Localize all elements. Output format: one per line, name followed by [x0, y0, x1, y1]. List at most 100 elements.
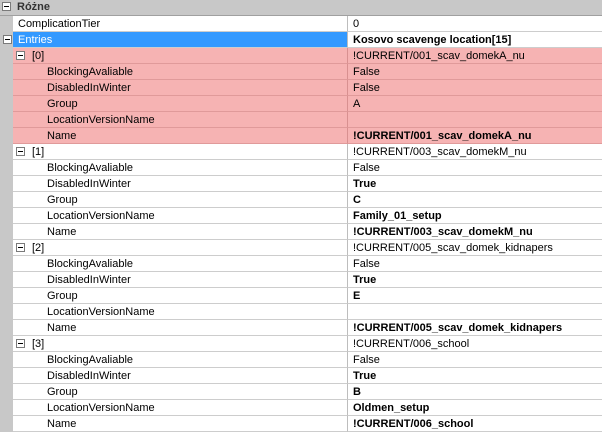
- property-name: DisabledInWinter: [47, 82, 131, 94]
- property-row-entry-3-name[interactable]: Name !CURRENT/006_school: [0, 416, 602, 432]
- property-row-entry-1-blocking[interactable]: BlockingAvaliable False: [0, 160, 602, 176]
- property-value: !CURRENT/001_scav_domekA_nu: [353, 50, 525, 62]
- property-row-entries[interactable]: Entries Kosovo scavenge location[15]: [0, 32, 602, 48]
- property-name-cell[interactable]: [3]: [13, 336, 348, 352]
- property-value: False: [353, 354, 380, 366]
- property-row-entry-0-group[interactable]: Group A: [0, 96, 602, 112]
- property-name: Name: [47, 130, 77, 142]
- property-value-cell[interactable]: 0: [348, 16, 602, 32]
- property-row-entry-1-name[interactable]: Name !CURRENT/003_scav_domekM_nu: [0, 224, 602, 240]
- property-row-entry-1-disabled[interactable]: DisabledInWinter True: [0, 176, 602, 192]
- property-row-entry-0-blocking[interactable]: BlockingAvaliable False: [0, 64, 602, 80]
- property-row-complication-tier[interactable]: ComplicationTier 0: [0, 16, 602, 32]
- property-value-cell[interactable]: True: [348, 176, 602, 192]
- property-name-cell[interactable]: LocationVersionName: [13, 112, 348, 128]
- property-value: True: [353, 274, 377, 286]
- collapse-icon[interactable]: [2, 2, 11, 11]
- property-name-cell[interactable]: BlockingAvaliable: [13, 256, 348, 272]
- property-row-entry-2-disabled[interactable]: DisabledInWinter True: [0, 272, 602, 288]
- property-name: LocationVersionName: [47, 210, 155, 222]
- property-row-entry-0-disabled[interactable]: DisabledInWinter False: [0, 80, 602, 96]
- collapse-icon[interactable]: [16, 147, 25, 156]
- property-value-cell[interactable]: False: [348, 160, 602, 176]
- property-row-entry-0-name[interactable]: Name !CURRENT/001_scav_domekA_nu: [0, 128, 602, 144]
- property-name-cell[interactable]: LocationVersionName: [13, 400, 348, 416]
- property-name: [3]: [32, 338, 45, 350]
- property-value-cell[interactable]: !CURRENT/005_scav_domek_kidnapers: [348, 240, 602, 256]
- property-value-cell[interactable]: [348, 304, 602, 320]
- property-row-entry-1-location[interactable]: LocationVersionName Family_01_setup: [0, 208, 602, 224]
- property-value-cell[interactable]: Kosovo scavenge location[15]: [348, 32, 602, 48]
- property-value-cell[interactable]: False: [348, 352, 602, 368]
- property-value-cell[interactable]: E: [348, 288, 602, 304]
- property-value-cell[interactable]: !CURRENT/001_scav_domekA_nu: [348, 48, 602, 64]
- property-name-cell[interactable]: Group: [13, 288, 348, 304]
- property-value-cell[interactable]: False: [348, 256, 602, 272]
- property-value: True: [353, 370, 377, 382]
- property-name-cell[interactable]: Group: [13, 96, 348, 112]
- property-row-entry-0-location[interactable]: LocationVersionName: [0, 112, 602, 128]
- property-name-cell[interactable]: Name: [13, 128, 348, 144]
- property-value-cell[interactable]: True: [348, 272, 602, 288]
- property-row-entry-3-blocking[interactable]: BlockingAvaliable False: [0, 352, 602, 368]
- property-row-entry-3-location[interactable]: LocationVersionName Oldmen_setup: [0, 400, 602, 416]
- collapse-icon[interactable]: [3, 35, 12, 44]
- property-name-cell[interactable]: Name: [13, 320, 348, 336]
- collapse-icon[interactable]: [16, 339, 25, 348]
- property-row-entry-1-group[interactable]: Group C: [0, 192, 602, 208]
- property-value-cell[interactable]: !CURRENT/003_scav_domekM_nu: [348, 144, 602, 160]
- property-name-cell[interactable]: Group: [13, 192, 348, 208]
- property-value-cell[interactable]: A: [348, 96, 602, 112]
- property-value: False: [353, 162, 380, 174]
- property-value: False: [353, 82, 380, 94]
- property-value-cell[interactable]: [348, 112, 602, 128]
- property-name-cell[interactable]: [2]: [13, 240, 348, 256]
- category-label: Różne: [17, 1, 50, 13]
- property-value-cell[interactable]: True: [348, 368, 602, 384]
- property-row-entry-2-blocking[interactable]: BlockingAvaliable False: [0, 256, 602, 272]
- property-name-cell[interactable]: Name: [13, 416, 348, 432]
- collapse-icon[interactable]: [16, 243, 25, 252]
- property-name-cell[interactable]: BlockingAvaliable: [13, 160, 348, 176]
- property-name-cell[interactable]: DisabledInWinter: [13, 272, 348, 288]
- property-name-cell[interactable]: BlockingAvaliable: [13, 352, 348, 368]
- property-value-cell[interactable]: B: [348, 384, 602, 400]
- property-name-cell[interactable]: DisabledInWinter: [13, 80, 348, 96]
- property-row-entry-3[interactable]: [3] !CURRENT/006_school: [0, 336, 602, 352]
- property-name-cell[interactable]: LocationVersionName: [13, 304, 348, 320]
- property-name-cell[interactable]: Name: [13, 224, 348, 240]
- property-value-cell[interactable]: Family_01_setup: [348, 208, 602, 224]
- property-value-cell[interactable]: !CURRENT/003_scav_domekM_nu: [348, 224, 602, 240]
- property-name-cell[interactable]: LocationVersionName: [13, 208, 348, 224]
- property-row-entry-2-location[interactable]: LocationVersionName: [0, 304, 602, 320]
- property-name-cell[interactable]: DisabledInWinter: [13, 368, 348, 384]
- property-value-cell[interactable]: !CURRENT/001_scav_domekA_nu: [348, 128, 602, 144]
- property-value-cell[interactable]: False: [348, 80, 602, 96]
- property-row-entry-3-disabled[interactable]: DisabledInWinter True: [0, 368, 602, 384]
- property-value-cell[interactable]: !CURRENT/006_school: [348, 336, 602, 352]
- property-row-entry-0[interactable]: [0] !CURRENT/001_scav_domekA_nu: [0, 48, 602, 64]
- property-value-cell[interactable]: !CURRENT/006_school: [348, 416, 602, 432]
- property-name: DisabledInWinter: [47, 178, 131, 190]
- property-name-cell[interactable]: DisabledInWinter: [13, 176, 348, 192]
- property-value-cell[interactable]: False: [348, 64, 602, 80]
- property-row-entry-2-name[interactable]: Name !CURRENT/005_scav_domek_kidnapers: [0, 320, 602, 336]
- property-value: !CURRENT/003_scav_domekM_nu: [353, 146, 527, 158]
- collapse-icon[interactable]: [16, 51, 25, 60]
- property-value: Family_01_setup: [353, 210, 442, 222]
- property-name-cell[interactable]: ComplicationTier: [13, 16, 348, 32]
- property-name: BlockingAvaliable: [47, 162, 134, 174]
- property-name-cell[interactable]: [0]: [13, 48, 348, 64]
- property-row-entry-2[interactable]: [2] !CURRENT/005_scav_domek_kidnapers: [0, 240, 602, 256]
- property-value-cell[interactable]: C: [348, 192, 602, 208]
- property-row-entry-1[interactable]: [1] !CURRENT/003_scav_domekM_nu: [0, 144, 602, 160]
- property-row-entry-3-group[interactable]: Group B: [0, 384, 602, 400]
- property-row-entry-2-group[interactable]: Group E: [0, 288, 602, 304]
- property-value-cell[interactable]: Oldmen_setup: [348, 400, 602, 416]
- property-value-cell[interactable]: !CURRENT/005_scav_domek_kidnapers: [348, 320, 602, 336]
- property-name-cell[interactable]: BlockingAvaliable: [13, 64, 348, 80]
- category-header[interactable]: Różne: [0, 0, 602, 16]
- property-name-cell[interactable]: Entries: [13, 32, 348, 48]
- property-name-cell[interactable]: [1]: [13, 144, 348, 160]
- property-name-cell[interactable]: Group: [13, 384, 348, 400]
